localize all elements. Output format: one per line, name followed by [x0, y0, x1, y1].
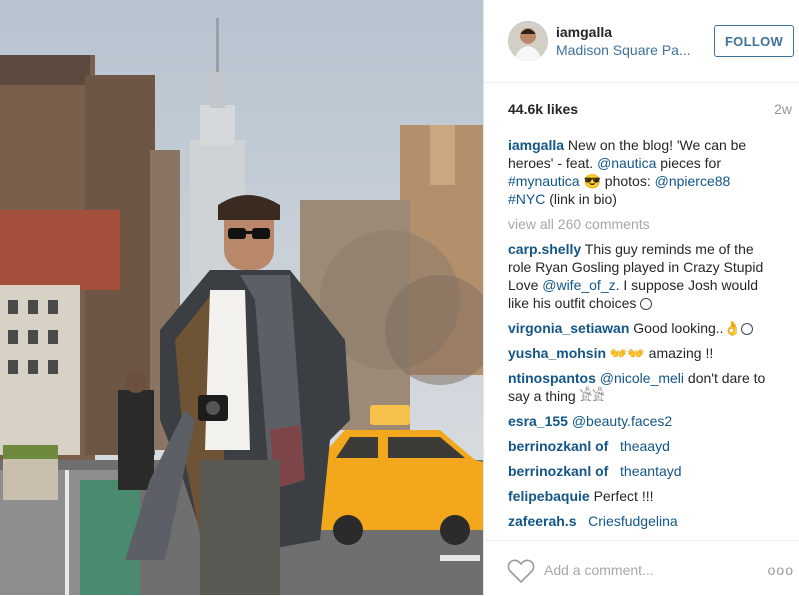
smile-icon — [741, 323, 753, 335]
comments-list: iamgalla New on the blog! 'We can be her… — [508, 136, 774, 537]
caption-username[interactable]: iamgalla — [508, 137, 564, 153]
comment-mention[interactable]: Criesfudgelina — [588, 513, 678, 529]
more-options-icon[interactable]: ooo — [768, 562, 794, 578]
post-caption: iamgalla New on the blog! 'We can be her… — [508, 136, 774, 208]
post-location[interactable]: Madison Square Pa... — [556, 42, 704, 58]
smile-icon — [640, 298, 653, 310]
comment-item: ntinospantos @nicole_meli don't dare to … — [508, 369, 774, 405]
comment-username[interactable]: esra_155 — [508, 413, 568, 429]
caption-text: 😎 photos: — [579, 173, 655, 189]
caption-mention-npierce88[interactable]: @npierce88 — [655, 173, 731, 189]
follow-button[interactable]: FOLLOW — [714, 25, 794, 57]
comment-item: esra_155 @beauty.faces2 — [508, 412, 774, 430]
comment-text: Perfect !!! — [589, 488, 654, 504]
comment-item: yusha_mohsin 👐👐 amazing !! — [508, 344, 774, 362]
comment-item: felipebaquie Perfect !!! — [508, 487, 774, 505]
caption-text: pieces for — [656, 155, 722, 171]
caption-hashtag-nyc[interactable]: #NYC — [508, 191, 545, 207]
caption-mention-nautica[interactable]: @nautica — [597, 155, 656, 171]
comment-username[interactable]: berrinozkanl of — [508, 438, 608, 454]
comment-mention[interactable]: @beauty.faces2 — [572, 413, 672, 429]
comment-item: zafeerah.s Criesfudgelina — [508, 512, 774, 530]
comment-mention[interactable]: @nicole_meli — [600, 370, 684, 386]
comment-mention[interactable]: theaayd — [620, 438, 670, 454]
post-age[interactable]: 2w — [774, 101, 792, 117]
street-scene-image — [0, 0, 483, 595]
comment-username[interactable]: virgonia_setiawan — [508, 320, 629, 336]
comment-item: berrinozkanl of theaayd — [508, 437, 774, 455]
comment-mention[interactable]: theantayd — [620, 463, 682, 479]
comment-text: Good looking..👌 — [629, 320, 741, 336]
comment-username[interactable]: zafeerah.s — [508, 513, 576, 529]
avatar[interactable] — [508, 21, 548, 61]
comment-footer: Add a comment... ooo — [484, 540, 799, 596]
post-stats: 44.6k likes 2w — [484, 83, 799, 133]
comment-username[interactable]: ntinospantos — [508, 370, 596, 386]
caption-hashtag-mynautica[interactable]: #mynautica — [508, 173, 580, 189]
comment-username[interactable]: yusha_mohsin — [508, 345, 606, 361]
comment-text: 👐👐 amazing !! — [606, 345, 714, 361]
comment-item: berrinozkanl of theantayd — [508, 462, 774, 480]
post-photo[interactable] — [0, 0, 483, 595]
post-details-panel: iamgalla Madison Square Pa... FOLLOW 44.… — [483, 0, 799, 595]
caption-text: (link in bio) — [545, 191, 617, 207]
post-header: iamgalla Madison Square Pa... FOLLOW — [484, 0, 799, 83]
view-all-comments-link[interactable]: view all 260 comments — [508, 215, 774, 233]
avatar-image — [508, 21, 548, 61]
comment-mention[interactable]: @wife_of_z — [542, 277, 615, 293]
post-username[interactable]: iamgalla — [556, 24, 612, 40]
comment-item: carp.shelly This guy reminds me of the r… — [508, 240, 774, 312]
likes-count[interactable]: 44.6k likes — [508, 101, 578, 117]
add-comment-input[interactable]: Add a comment... — [544, 562, 654, 578]
comment-username[interactable]: felipebaquie — [508, 488, 590, 504]
comment-item: virgonia_setiawan Good looking..👌 — [508, 319, 774, 337]
comment-username[interactable]: berrinozkanl of — [508, 463, 608, 479]
comment-username[interactable]: carp.shelly — [508, 241, 581, 257]
heart-icon[interactable] — [507, 558, 535, 584]
